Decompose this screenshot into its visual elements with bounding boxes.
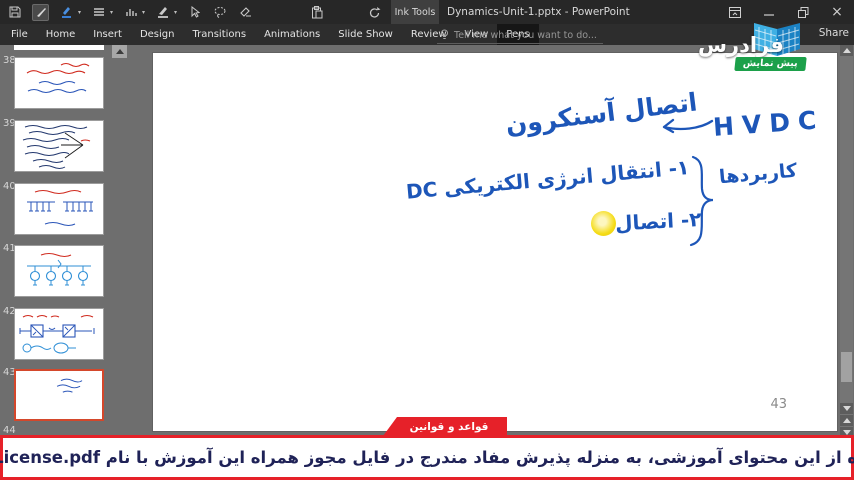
- lightbulb-icon: [441, 29, 448, 39]
- thumbnail-scroll-up-button[interactable]: [112, 45, 127, 58]
- line-style-icon[interactable]: [90, 4, 107, 21]
- slide-page-number: 43: [770, 397, 787, 412]
- faradars-brand-name: فرادرس: [698, 33, 784, 57]
- share-button[interactable]: Share: [819, 27, 849, 39]
- ink-curly-brace: [689, 155, 714, 247]
- minimize-icon[interactable]: [752, 0, 786, 24]
- thumbnail-slide-39[interactable]: [14, 120, 104, 172]
- pen-tool-icon[interactable]: [32, 3, 49, 21]
- eraser-icon[interactable]: [238, 4, 255, 21]
- ink-item1-dc-transmission: ۱- انتقال انرژی الکتریکی DC: [404, 155, 691, 204]
- save-icon[interactable]: [6, 4, 23, 21]
- laser-pointer-dot: [591, 211, 616, 236]
- tab-file[interactable]: File: [2, 24, 37, 45]
- previous-slide-button[interactable]: [840, 415, 853, 426]
- highlighter-icon[interactable]: [58, 4, 75, 21]
- tab-home[interactable]: Home: [37, 24, 85, 45]
- restore-icon[interactable]: [786, 0, 820, 24]
- thumbnail-slide-40[interactable]: [14, 183, 104, 235]
- scrollbar-thumb[interactable]: [841, 352, 852, 382]
- vertical-scrollbar[interactable]: [840, 45, 853, 438]
- lasso-select-icon[interactable]: [212, 4, 229, 21]
- tab-design[interactable]: Design: [131, 24, 184, 45]
- window-controls: ×: [718, 0, 854, 24]
- undo-icon[interactable]: [366, 4, 383, 21]
- banner-label-tab: قواعد و قوانین: [383, 417, 507, 436]
- ink-applications-label: کاربردها: [718, 159, 798, 189]
- title-bar: ▾ ▾ ▾ ▾ Ink Tools Dynamics-Unit-1.pptx -…: [0, 0, 854, 24]
- scroll-down-button[interactable]: [840, 403, 853, 414]
- workspace: 38 39 40 41 42 43 44 HVDC اتصال آسنکرون …: [0, 45, 854, 480]
- preview-badge: پیش نمایش: [734, 57, 807, 71]
- close-icon[interactable]: ×: [820, 0, 854, 24]
- ribbon-display-options-icon[interactable]: [718, 0, 752, 24]
- license-banner: استفاده از این محتوای آموزشی، به منزله پ…: [0, 435, 854, 480]
- thumbnail-slide-38[interactable]: [14, 57, 104, 109]
- chevron-down-icon[interactable]: ▾: [174, 9, 177, 16]
- clipboard-icon[interactable]: [308, 4, 325, 21]
- context-tab-group-header: Ink Tools: [391, 0, 439, 24]
- slide-canvas[interactable]: HVDC اتصال آسنکرون کاربردها ۱- انتقال ان…: [152, 52, 838, 432]
- triangle-up-icon: [842, 418, 851, 423]
- quick-access-toolbar: ▾ ▾ ▾ ▾: [6, 0, 441, 24]
- tab-animations[interactable]: Animations: [255, 24, 329, 45]
- window-title: Dynamics-Unit-1.pptx - PowerPoint: [447, 6, 630, 18]
- thumbnail-slide-42[interactable]: [14, 308, 104, 360]
- license-banner-text: استفاده از این محتوای آموزشی، به منزله پ…: [0, 448, 854, 467]
- tab-slideshow[interactable]: Slide Show: [329, 24, 402, 45]
- thumbnail-slide-41[interactable]: [14, 245, 104, 297]
- faradars-watermark: فرادرس پیش نمایش: [690, 23, 820, 73]
- triangle-up-icon: [842, 48, 851, 53]
- select-arrow-icon[interactable]: [186, 4, 203, 21]
- ink-thickness-icon[interactable]: [122, 4, 139, 21]
- ink-color-icon[interactable]: [154, 4, 171, 21]
- ink-item2-connection: ۲- اتصال: [614, 207, 702, 236]
- tell-me-search[interactable]: Tell me what you want to do...: [437, 27, 603, 44]
- thumbnail-partial-top[interactable]: [14, 45, 104, 50]
- ink-hvdc-text: HVDC: [712, 105, 826, 142]
- tab-transitions[interactable]: Transitions: [183, 24, 255, 45]
- thumbnail-slide-43-selected[interactable]: [14, 369, 104, 421]
- tab-insert[interactable]: Insert: [84, 24, 131, 45]
- chevron-down-icon[interactable]: ▾: [142, 9, 145, 16]
- triangle-down-icon: [842, 406, 851, 411]
- scroll-up-button[interactable]: [840, 45, 853, 56]
- chevron-down-icon[interactable]: ▾: [110, 9, 113, 16]
- triangle-up-icon: [115, 49, 124, 54]
- tell-me-label: Tell me what you want to do...: [454, 29, 597, 41]
- chevron-down-icon[interactable]: ▾: [78, 9, 81, 16]
